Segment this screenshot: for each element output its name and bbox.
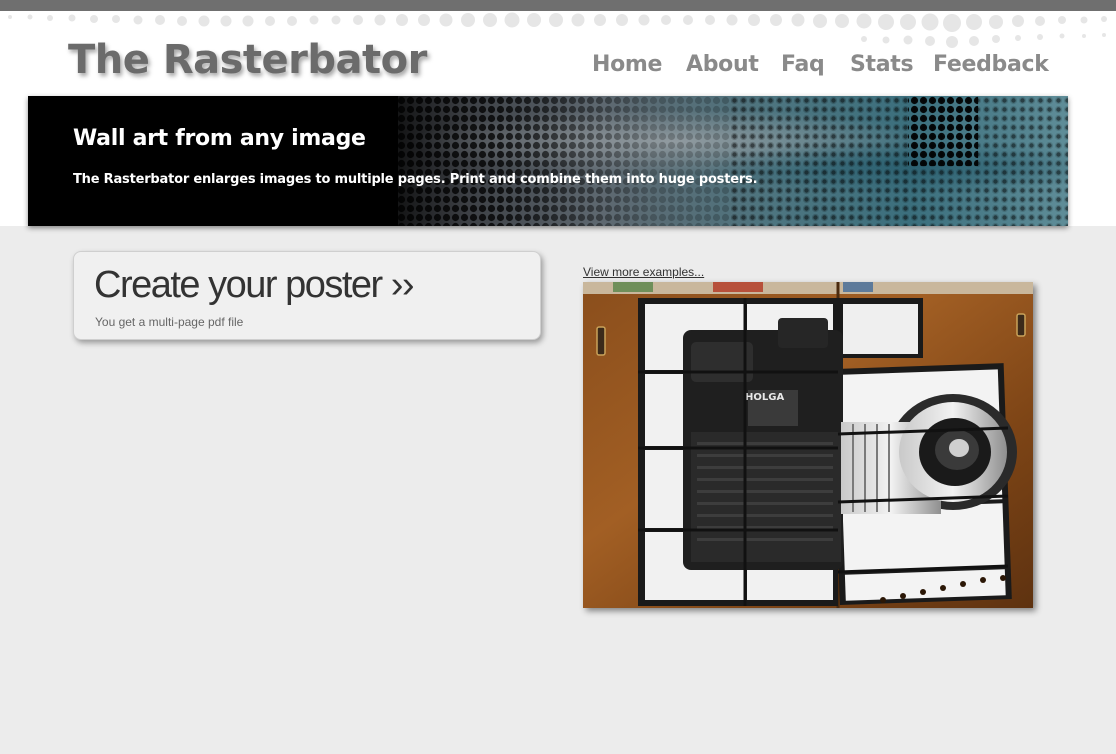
banner-halftone-image — [28, 96, 1068, 226]
create-poster-button[interactable]: Create your poster ›› You get a multi-pa… — [73, 251, 541, 340]
nav-item-faq[interactable]: Faq — [781, 52, 825, 77]
hero-banner: Wall art from any image The Rasterbator … — [28, 96, 1068, 226]
nav-item-stats[interactable]: Stats — [850, 52, 914, 77]
create-poster-subtitle: You get a multi-page pdf file — [95, 315, 244, 329]
nav-item-home[interactable]: Home — [592, 52, 662, 77]
create-poster-title: Create your poster ›› — [94, 264, 415, 306]
top-bar — [0, 0, 1116, 11]
main-nav: Home About Faq Stats Feedback — [0, 52, 1116, 82]
svg-text:HOLGA: HOLGA — [745, 392, 784, 403]
example-poster-photo[interactable]: HOLGA — [583, 282, 1033, 608]
nav-item-about[interactable]: About — [686, 52, 759, 77]
banner-subtitle: The Rasterbator enlarges images to multi… — [73, 172, 758, 187]
view-more-examples-link[interactable]: View more examples... — [583, 265, 704, 279]
nav-item-feedback[interactable]: Feedback — [933, 52, 1049, 77]
banner-title: Wall art from any image — [73, 126, 366, 151]
holga-camera-poster-image: HOLGA — [583, 282, 1033, 608]
